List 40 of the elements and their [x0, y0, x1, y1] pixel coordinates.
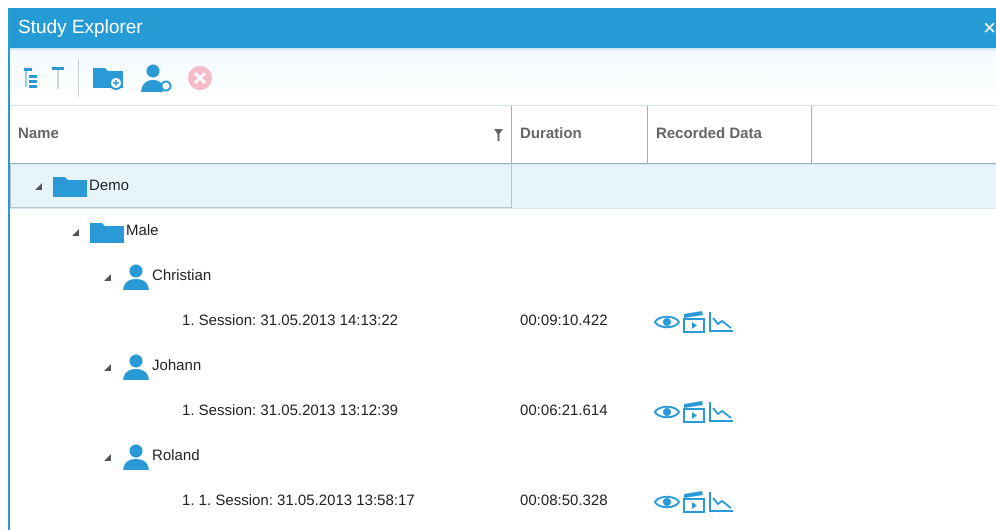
eye-icon[interactable]: [654, 494, 680, 510]
node-label: 1. Session: 31.05.2013 14:13:22: [182, 311, 398, 332]
add-person-icon[interactable]: [141, 64, 173, 92]
duration-cell-text: 00:09:10.422: [520, 311, 609, 332]
line-chart-icon[interactable]: [708, 400, 734, 422]
tree-row[interactable]: Demo: [10, 164, 996, 209]
filter-icon[interactable]: [494, 128, 503, 140]
expand-all-icon[interactable]: [24, 66, 38, 88]
duration-cell-text: 00:06:21.614: [520, 401, 609, 422]
column-header[interactable]: Duration: [512, 106, 648, 163]
node-label: Male: [126, 221, 159, 242]
video-clip-icon[interactable]: [682, 400, 706, 422]
column-header[interactable]: Recorded Data: [648, 106, 812, 163]
delete-icon[interactable]: [187, 64, 213, 90]
folder-icon: [53, 175, 87, 197]
node-label: Roland: [152, 446, 200, 466]
duration-cell-text: 00:08:50.328: [520, 491, 609, 512]
person-icon: [122, 354, 150, 380]
column-header[interactable]: Name: [10, 106, 512, 163]
person-icon: [122, 444, 150, 470]
node-label: 1. Session: 31.05.2013 13:12:39: [182, 401, 398, 422]
window-title: Study Explorer: [18, 16, 143, 40]
eye-icon[interactable]: [654, 404, 680, 420]
line-chart-icon[interactable]: [708, 490, 734, 512]
folder-icon: [90, 220, 124, 242]
node-label: Demo: [89, 176, 130, 196]
eye-icon[interactable]: [654, 314, 680, 330]
node-label: Christian: [152, 266, 212, 286]
expand-toggle[interactable]: [102, 272, 112, 282]
expand-toggle[interactable]: [102, 452, 112, 462]
video-clip-icon[interactable]: [682, 490, 706, 512]
expand-toggle[interactable]: [33, 181, 43, 191]
expand-toggle[interactable]: [70, 226, 80, 236]
collapse-all-icon[interactable]: [52, 66, 64, 90]
line-chart-icon[interactable]: [708, 310, 734, 332]
video-clip-icon[interactable]: [682, 310, 706, 332]
node-label: 1. 1. Session: 31.05.2013 13:58:17: [182, 491, 415, 512]
expand-toggle[interactable]: [102, 362, 112, 372]
node-label: Johann: [152, 356, 202, 376]
person-icon: [122, 264, 150, 290]
